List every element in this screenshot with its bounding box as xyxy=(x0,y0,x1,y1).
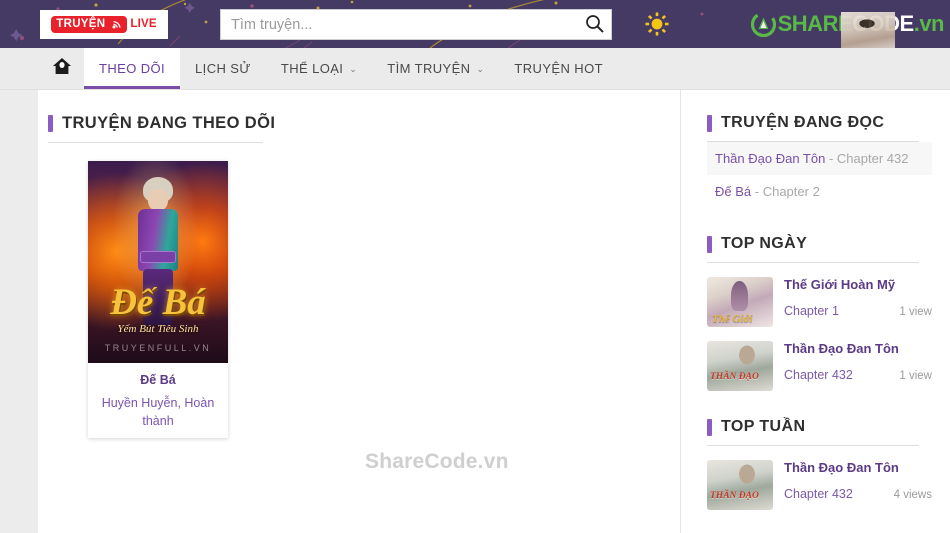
nav-item-lich-su[interactable]: LỊCH SỬ xyxy=(180,48,266,89)
main-navigation: THEO DÕI LỊCH SỬ THỂ LOẠI ⌄ TÌM TRUYỆN ⌄… xyxy=(0,48,950,90)
nav-item-tim-truyen[interactable]: TÌM TRUYỆN ⌄ xyxy=(372,48,499,89)
top-item-info: Thần Đạo Đan Tôn Chapter 432 1 view xyxy=(784,341,932,382)
search-icon xyxy=(585,14,604,36)
chapter-link[interactable]: Chapter 432 xyxy=(784,487,853,501)
reading-list-item[interactable]: Thần Đạo Đan Tôn - Chapter 432 xyxy=(707,142,932,175)
view-count: 1 view xyxy=(899,370,932,382)
section-accent-bar xyxy=(707,418,712,436)
logo-live-text: LIVE xyxy=(130,17,157,30)
top-list-item[interactable]: Thần Đạo Đan Tôn Chapter 432 4 views xyxy=(707,460,932,510)
cover-title-text: Đế Bá xyxy=(110,282,206,323)
top-item-info: Thần Đạo Đan Tôn Chapter 432 4 views xyxy=(784,460,932,501)
story-thumbnail[interactable] xyxy=(707,341,773,391)
section-title-text: TOP NGÀY xyxy=(721,235,808,252)
top-day-block: TOP NGÀY Thế Giới Hoàn Mỹ Chapter 1 1 vi… xyxy=(707,235,932,391)
top-week-section-title: TOP TUẦN xyxy=(707,418,932,436)
sun-icon xyxy=(643,10,671,41)
top-item-meta: Chapter 432 1 view xyxy=(784,368,932,382)
broadcast-icon xyxy=(110,15,128,34)
section-accent-bar xyxy=(707,235,712,253)
story-thumbnail[interactable] xyxy=(707,277,773,327)
sharecode-tld-text: .vn xyxy=(913,11,945,36)
section-divider xyxy=(707,445,919,446)
story-thumbnail[interactable] xyxy=(707,460,773,510)
section-title-text: TRUYỆN ĐANG THEO DÕI xyxy=(62,114,276,132)
site-logo[interactable]: TRUYỆN LIVE xyxy=(40,10,168,39)
reading-item-separator: - xyxy=(751,184,763,199)
reading-list-item[interactable]: Đế Bá - Chapter 2 xyxy=(707,175,932,208)
story-title[interactable]: Thế Giới Hoàn Mỹ xyxy=(784,277,932,292)
main-content: TRUYỆN ĐANG THEO DÕI Đế Bá Yếm Bút Tiêu … xyxy=(38,90,680,533)
top-list-item[interactable]: Thế Giới Hoàn Mỹ Chapter 1 1 view xyxy=(707,277,932,327)
nav-item-the-loai[interactable]: THỂ LOẠI ⌄ xyxy=(266,48,372,89)
home-icon xyxy=(52,56,72,81)
reading-item-separator: - xyxy=(825,151,837,166)
chevron-down-icon: ⌄ xyxy=(476,64,485,74)
nav-home-button[interactable] xyxy=(40,48,84,89)
section-title-text: TRUYỆN ĐANG ĐỌC xyxy=(721,114,885,131)
view-count: 1 view xyxy=(899,306,932,318)
section-accent-bar xyxy=(48,115,53,132)
sharecode-recycle-icon xyxy=(750,11,776,37)
nav-item-theo-doi[interactable]: THEO DÕI xyxy=(84,48,181,89)
section-divider xyxy=(48,142,263,143)
chapter-link[interactable]: Chapter 1 xyxy=(784,304,839,318)
view-count: 4 views xyxy=(893,489,932,501)
sharecode-photo-overlay xyxy=(840,12,895,48)
reading-section-title: TRUYỆN ĐANG ĐỌC xyxy=(707,114,932,132)
reading-item-title[interactable]: Đế Bá xyxy=(715,184,751,199)
nav-item-label: THEO DÕI xyxy=(99,61,166,76)
top-item-meta: Chapter 1 1 view xyxy=(784,304,932,318)
section-title-text: TOP TUẦN xyxy=(721,418,806,435)
top-day-section-title: TOP NGÀY xyxy=(707,235,932,253)
following-section-title: TRUYỆN ĐANG THEO DÕI xyxy=(38,114,680,133)
nav-item-label: THỂ LOẠI xyxy=(280,61,344,76)
center-watermark: ShareCode.vn xyxy=(365,450,509,473)
top-item-meta: Chapter 432 4 views xyxy=(784,487,932,501)
book-card[interactable]: Đế Bá Yếm Bút Tiêu Sinh TRUYENFULL.VN Đế… xyxy=(88,161,228,439)
reading-item-chapter[interactable]: Chapter 2 xyxy=(763,184,820,199)
sharecode-wordmark: SHARECODE.vn xyxy=(778,11,945,48)
top-list-item[interactable]: Thần Đạo Đan Tôn Chapter 432 1 view xyxy=(707,341,932,391)
cover-source-watermark: TRUYENFULL.VN xyxy=(104,343,212,353)
chapter-link[interactable]: Chapter 432 xyxy=(784,368,853,382)
book-title[interactable]: Đế Bá xyxy=(88,373,228,387)
nav-item-truyen-hot[interactable]: TRUYỆN HOT xyxy=(499,48,618,89)
story-title[interactable]: Thần Đạo Đan Tôn xyxy=(784,341,932,356)
site-header: TRUYỆN LIVE Tìm truyện... SHARE .vn xyxy=(0,0,950,48)
sidebar: TRUYỆN ĐANG ĐỌC Thần Đạo Đan Tôn - Chapt… xyxy=(680,90,950,533)
logo-brand-text: TRUYỆN xyxy=(51,16,111,33)
chevron-down-icon: ⌄ xyxy=(349,64,358,74)
book-genre-status: Huyền Huyễn, Hoàn thành xyxy=(101,396,215,429)
cover-author-text: Yếm Bút Tiêu Sinh xyxy=(117,323,199,335)
story-title[interactable]: Thần Đạo Đan Tôn xyxy=(784,460,932,475)
sharecode-watermark-logo: SHARECODE.vn xyxy=(750,6,945,48)
page-body: TRUYỆN ĐANG THEO DÕI Đế Bá Yếm Bút Tiêu … xyxy=(0,90,950,533)
theme-toggle-button[interactable] xyxy=(641,9,673,41)
book-cover-image[interactable]: Đế Bá Yếm Bút Tiêu Sinh TRUYENFULL.VN xyxy=(88,161,228,363)
section-accent-bar xyxy=(707,114,712,132)
nav-item-label: LỊCH SỬ xyxy=(195,61,251,76)
nav-item-label: TÌM TRUYỆN xyxy=(387,61,471,76)
top-week-block: TOP TUẦN Thần Đạo Đan Tôn Chapter 432 4 … xyxy=(707,418,932,510)
reading-item-chapter[interactable]: Chapter 432 xyxy=(837,151,909,166)
search-input[interactable] xyxy=(221,10,577,39)
reading-item-title[interactable]: Thần Đạo Đan Tôn xyxy=(715,151,825,166)
search-button[interactable] xyxy=(577,10,611,39)
nav-item-label: TRUYỆN HOT xyxy=(514,61,603,76)
section-divider xyxy=(707,262,919,263)
top-item-info: Thế Giới Hoàn Mỹ Chapter 1 1 view xyxy=(784,277,932,318)
search-bar[interactable] xyxy=(220,9,612,40)
